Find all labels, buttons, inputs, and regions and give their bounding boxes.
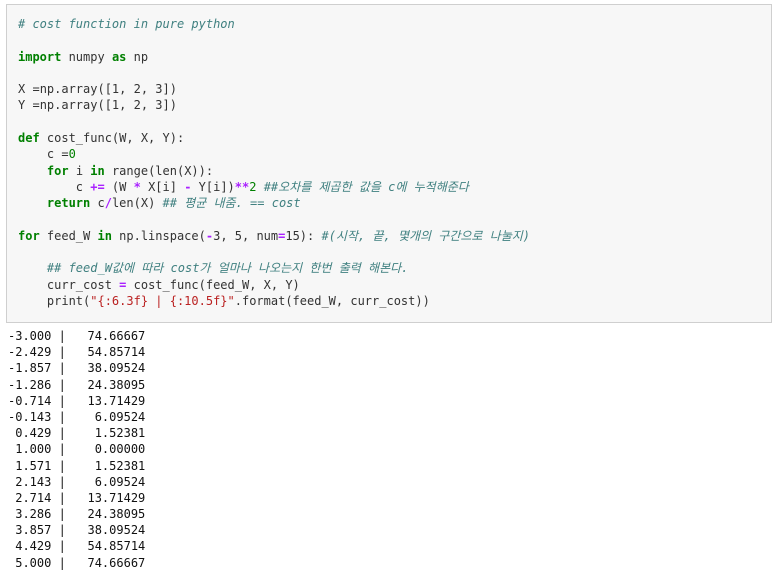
code-comment: ## 평균 내줌. == cost (162, 196, 301, 211)
function-signature: cost_func(W, X, Y): (39, 131, 185, 146)
output-line: 1.000 | 0.00000 (8, 442, 146, 457)
code-line-curr-cost: curr_cost = cost_func(feed_W, X, Y) (18, 277, 771, 293)
x-assignment: X = (18, 82, 40, 97)
code-line-1: # cost function in pure python (18, 16, 771, 32)
linspace-call-b: 3, 5, num (213, 228, 279, 243)
output-line: -3.000 | 74.66667 (8, 329, 146, 343)
keyword-return: return (46, 196, 91, 211)
array-call: np.array([1, 2, 3]) (39, 82, 177, 97)
output-line: -1.857 | 38.09524 (8, 361, 146, 376)
keyword-as: as (111, 49, 127, 64)
keyword-for: for (18, 228, 40, 243)
code-comment: ##오차를 제곱한 값을 c에 누적해준다 (256, 179, 469, 194)
y-assignment: Y = (18, 98, 40, 113)
operator-plus-eq: += (90, 179, 105, 194)
operator-mul: * (133, 179, 141, 194)
keyword-for: for (46, 163, 69, 178)
code-line-for-feed: for feed_W in np.linspace(-3, 5, num=15)… (18, 228, 771, 244)
operator-minus: - (205, 228, 214, 243)
code-cell[interactable]: # cost function in pure python import nu… (6, 4, 772, 323)
output-line: 4.429 | 54.85714 (8, 539, 146, 554)
number-literal: 0 (68, 147, 76, 162)
code-comment: #(시작, 끝, 몇개의 구간으로 나눌지) (321, 228, 531, 243)
accum-expr-a: (W (104, 179, 134, 194)
output-line: 5.000 | 74.66667 (8, 555, 146, 570)
accum-target: c (18, 179, 91, 194)
keyword-import: import (18, 49, 62, 64)
output-line: 2.714 | 13.71429 (8, 490, 146, 505)
c-init: c = (18, 147, 69, 162)
code-line-y: Y =np.array([1, 2, 3]) (18, 97, 771, 113)
loop-variable: i (68, 163, 91, 178)
code-line-comment-feed: ## feed_W값에 따라 cost가 얼마나 나오는지 한번 출력 해본다. (18, 260, 771, 276)
accum-expr-b: X[i] (140, 179, 185, 194)
output-line: 1.571 | 1.52381 (8, 458, 146, 473)
return-expr-b: len(X) (111, 196, 163, 211)
output-line: 3.286 | 24.38095 (8, 507, 146, 522)
accum-expr-c: Y[i]) (191, 179, 235, 194)
linspace-call-c: 15): (285, 228, 322, 243)
output-line: -0.143 | 6.09524 (8, 409, 146, 424)
module-alias: np (126, 49, 149, 64)
code-line-import: import numpy as np (18, 49, 771, 65)
code-line-return: return c/len(X) ## 평균 내줌. == cost (18, 195, 771, 211)
keyword-in: in (97, 228, 112, 243)
operator-pow: ** (234, 179, 250, 194)
cell-output: -3.000 | 74.66667 -2.429 | 54.85714 -1.8… (8, 328, 268, 571)
code-line-x: X =np.array([1, 2, 3]) (18, 81, 771, 97)
output-line: -2.429 | 54.85714 (8, 345, 146, 360)
curr-cost-target: curr_cost (18, 277, 120, 292)
code-line-for-i: for i in range(len(X)): (18, 163, 771, 179)
code-line-def: def cost_func(W, X, Y): (18, 130, 771, 146)
output-line: -0.714 | 13.71429 (8, 393, 146, 408)
code-line-c-init: c =0 (18, 146, 771, 162)
output-line: 0.429 | 1.52381 (8, 426, 146, 441)
loop-variable: feed_W (39, 228, 98, 243)
print-call-a: print( (18, 294, 91, 309)
output-line: 3.857 | 38.09524 (8, 523, 146, 538)
return-expr-a: c (90, 196, 105, 211)
operator-div: / (104, 196, 112, 211)
linspace-call-a: np.linspace( (111, 228, 206, 243)
code-comment: ## feed_W값에 따라 cost가 얼마나 나오는지 한번 출력 해본다. (18, 261, 409, 276)
output-line: -1.286 | 24.38095 (8, 377, 146, 392)
range-expression: range(len(X)): (104, 163, 214, 178)
curr-cost-call: cost_func(feed_W, X, Y) (126, 277, 300, 292)
print-call-b: .format(feed_W, curr_cost)) (234, 294, 430, 309)
code-line-accumulate: c += (W * X[i] - Y[i])**2 ##오차를 제곱한 값을 c… (18, 179, 771, 195)
format-string: "{:6.3f} | {:10.5f}" (90, 294, 235, 309)
keyword-in: in (90, 163, 105, 178)
array-call: np.array([1, 2, 3]) (39, 98, 177, 113)
keyword-def: def (18, 131, 40, 146)
code-line-print: print("{:6.3f} | {:10.5f}".format(feed_W… (18, 293, 771, 309)
output-line: 2.143 | 6.09524 (8, 474, 146, 489)
code-comment: # cost function in pure python (18, 17, 235, 31)
module-name: numpy (61, 49, 112, 64)
